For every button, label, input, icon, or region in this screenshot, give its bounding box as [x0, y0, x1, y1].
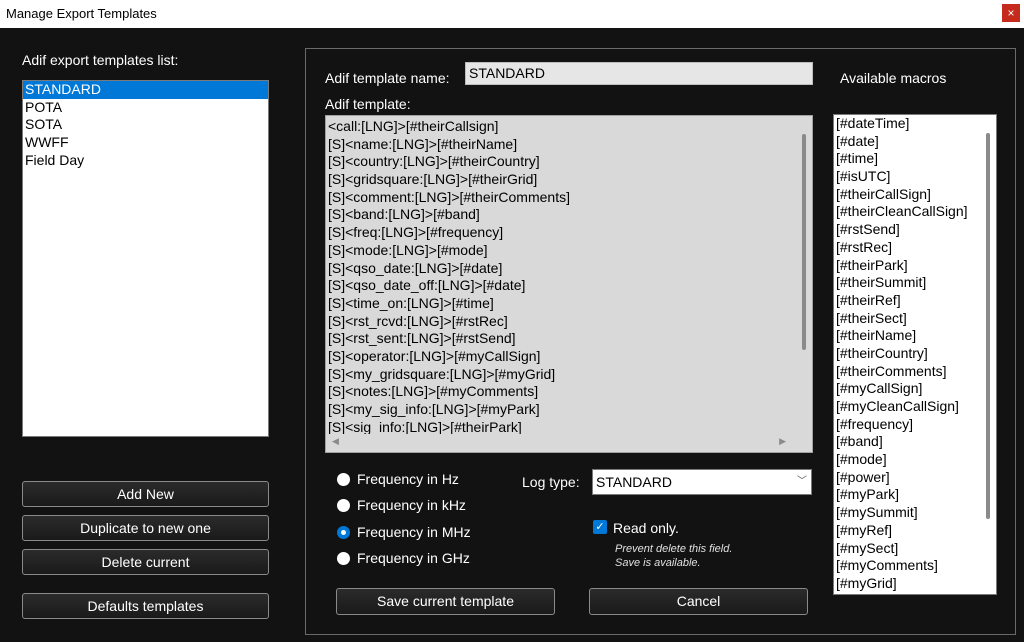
scroll-right-icon[interactable]: ▶ — [779, 436, 786, 447]
template-line: [S]<country:[LNG]>[#theirCountry] — [328, 153, 540, 170]
macro-item[interactable]: [#time] — [834, 150, 996, 168]
radio-khz-indicator — [337, 498, 350, 512]
macro-item[interactable]: [#mySect] — [834, 540, 996, 558]
template-list-item[interactable]: WWFF — [23, 134, 268, 152]
read-only-hint-2: Save is available. — [615, 557, 701, 569]
template-line: [S]<notes:[LNG]>[#myComments] — [328, 383, 539, 400]
macro-item[interactable]: [#myRef] — [834, 522, 996, 540]
window-title: Manage Export Templates — [6, 6, 157, 21]
macro-item[interactable]: [#myPark] — [834, 486, 996, 504]
radio-hz-indicator — [337, 472, 350, 486]
macro-item[interactable]: [#band] — [834, 433, 996, 451]
macro-item[interactable]: [#theirCallSign] — [834, 186, 996, 204]
radio-mhz-indicator — [337, 525, 350, 539]
macro-item[interactable]: [#date] — [834, 133, 996, 151]
chevron-down-icon: ﹀ — [797, 476, 807, 487]
template-list-item[interactable]: POTA — [23, 99, 268, 117]
template-line: [S]<my_sig_info:[LNG]>[#myPark] — [328, 401, 540, 417]
macro-item[interactable]: [#myComments] — [834, 557, 996, 575]
template-line: [S]<comment:[LNG]>[#theirComments] — [328, 188, 570, 205]
available-macros-label: Available macros — [840, 70, 947, 86]
macros-vscroll-thumb[interactable] — [986, 133, 990, 519]
editor-vscroll-thumb[interactable] — [802, 134, 806, 350]
radio-ghz-label: Frequency in GHz — [357, 550, 470, 566]
template-line: [S]<name:[LNG]>[#theirName] — [328, 135, 518, 152]
log-type-label: Log type: — [522, 474, 580, 490]
macro-item[interactable]: [#rstSend] — [834, 221, 996, 239]
template-line: [S]<qso_date:[LNG]>[#date] — [328, 259, 503, 276]
radio-frequency-hz[interactable]: Frequency in Hz — [337, 471, 459, 487]
radio-frequency-ghz[interactable]: Frequency in GHz — [337, 550, 470, 566]
macro-item[interactable]: [#power] — [834, 469, 996, 487]
read-only-checkbox[interactable]: ✓ — [593, 520, 607, 534]
close-icon[interactable]: × — [1002, 4, 1020, 22]
template-line: [S]<gridsquare:[LNG]>[#theirGrid] — [328, 171, 538, 188]
macros-list[interactable]: [#dateTime] [#date] [#time] [#isUTC] [#their… — [833, 114, 997, 595]
editor-hscroll[interactable]: ◀ ▶ — [326, 434, 812, 452]
template-list-item[interactable]: STANDARD — [23, 81, 268, 99]
log-type-value: STANDARD — [596, 474, 672, 490]
template-line: [S]<rst_sent:[LNG]>[#rstSend] — [328, 330, 516, 347]
macro-item[interactable]: [#theirRef] — [834, 292, 996, 310]
read-only-hint-1: Prevent delete this field. — [615, 543, 733, 555]
templates-list-label: Adif export templates list: — [22, 52, 179, 68]
macro-item[interactable]: [#theirPark] — [834, 257, 996, 275]
defaults-templates-button[interactable]: Defaults templates — [22, 593, 269, 619]
macro-item[interactable]: [#theirSummit] — [834, 274, 996, 292]
macro-item[interactable]: [#myCleanCallSign] — [834, 398, 996, 416]
radio-frequency-khz[interactable]: Frequency in kHz — [337, 497, 466, 513]
template-label: Adif template: — [325, 96, 411, 112]
radio-mhz-label: Frequency in MHz — [357, 524, 471, 540]
radio-hz-label: Frequency in Hz — [357, 471, 459, 487]
template-list-item[interactable]: Field Day — [23, 152, 268, 170]
template-name-label: Adif template name: — [325, 70, 450, 86]
template-list-item[interactable]: SOTA — [23, 116, 268, 134]
macro-item[interactable]: [#mode] — [834, 451, 996, 469]
macro-item[interactable]: [#theirCountry] — [834, 345, 996, 363]
radio-ghz-indicator — [337, 551, 350, 565]
radio-frequency-mhz[interactable]: Frequency in MHz — [337, 524, 471, 540]
macro-item[interactable]: [#myGrid] — [834, 575, 996, 593]
log-type-select[interactable]: STANDARD ﹀ — [592, 469, 812, 495]
macro-item[interactable]: [#theirSect] — [834, 310, 996, 328]
macro-item[interactable]: [#theirCleanCallSign] — [834, 203, 996, 221]
macro-item[interactable]: [#rstRec] — [834, 239, 996, 257]
macro-item[interactable]: [#frequency] — [834, 416, 996, 434]
macro-item[interactable]: [#isUTC] — [834, 168, 996, 186]
cancel-button[interactable]: Cancel — [589, 588, 808, 615]
macro-item[interactable]: [#myCallSign] — [834, 380, 996, 398]
template-line: [S]<rst_rcvd:[LNG]>[#rstRec] — [328, 312, 508, 329]
template-line: [S]<mode:[LNG]>[#mode] — [328, 241, 488, 258]
add-new-button[interactable]: Add New — [22, 481, 269, 507]
template-lines: <call:[LNG]>[#theirCallsign] [S]<name:[LN… — [328, 118, 790, 436]
template-line: [S]<time_on:[LNG]>[#time] — [328, 294, 494, 311]
duplicate-button[interactable]: Duplicate to new one — [22, 515, 269, 541]
macro-item[interactable]: [#theirName] — [834, 327, 996, 345]
template-line: [S]<operator:[LNG]>[#myCallSign] — [328, 347, 541, 364]
save-template-button[interactable]: Save current template — [336, 588, 555, 615]
template-line: <call:[LNG]>[#theirCallsign] — [328, 118, 499, 134]
read-only-label: Read only. — [613, 520, 679, 536]
macro-item[interactable]: [#mySummit] — [834, 504, 996, 522]
template-line: [S]<qso_date_off:[LNG]>[#date] — [328, 277, 526, 294]
dialog-body: Adif export templates list: STANDARD POTA… — [0, 28, 1024, 642]
template-editor[interactable]: <call:[LNG]>[#theirCallsign] [S]<name:[LN… — [325, 115, 813, 453]
template-line: [S]<band:[LNG]>[#band] — [328, 206, 480, 223]
radio-khz-label: Frequency in kHz — [357, 497, 466, 513]
templates-list[interactable]: STANDARD POTA SOTA WWFF Field Day — [22, 80, 269, 437]
macro-item[interactable]: [#dateTime] — [834, 115, 996, 133]
scroll-left-icon[interactable]: ◀ — [332, 436, 339, 447]
delete-button[interactable]: Delete current — [22, 549, 269, 575]
title-bar: Manage Export Templates × — [0, 0, 1024, 28]
template-line: [S]<my_gridsquare:[LNG]>[#myGrid] — [328, 365, 556, 382]
template-name-input[interactable]: STANDARD — [465, 62, 813, 85]
macro-item[interactable]: [#theirComments] — [834, 363, 996, 381]
template-line: [S]<freq:[LNG]>[#frequency] — [328, 224, 504, 241]
